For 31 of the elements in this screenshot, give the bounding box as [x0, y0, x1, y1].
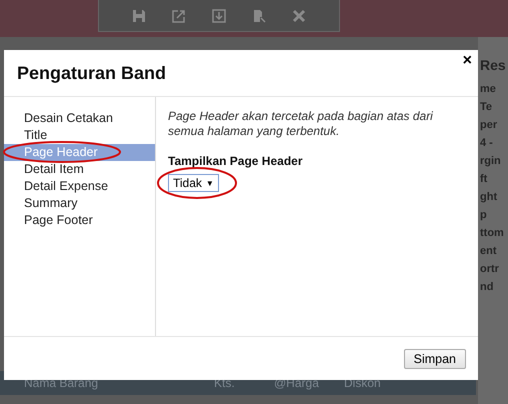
panel-text: Te — [480, 101, 494, 115]
panel-text: nd — [480, 281, 494, 295]
panel-text: ttom — [480, 227, 505, 241]
save-button[interactable]: Simpan — [404, 348, 466, 368]
nav-item[interactable]: Desain Cetakan — [4, 110, 155, 127]
panel-text: me — [480, 83, 497, 97]
close-icon[interactable] — [292, 8, 306, 22]
close-button[interactable]: × — [462, 52, 472, 70]
panel-text: per — [480, 119, 498, 133]
select-field[interactable]: Tidak ▼ — [168, 174, 219, 192]
document-icon[interactable] — [252, 8, 266, 22]
column-header: Nama Barang — [24, 376, 100, 390]
save-icon[interactable] — [132, 8, 146, 22]
nav-item[interactable]: Summary — [4, 195, 155, 212]
nav-item[interactable]: Detail Expense — [4, 178, 155, 195]
panel-text: rgin — [480, 155, 502, 169]
field-label: Tampilkan Page Header — [168, 154, 302, 168]
panel-text: ght — [480, 191, 498, 205]
panel-text: ortr — [480, 263, 500, 277]
panel-text: 4 - — [480, 137, 494, 151]
panel-text: Res — [480, 57, 507, 75]
description: Page Header akan tercetak pada bagian atas dari semua halaman yang terbentuk. — [168, 109, 434, 139]
nav-item[interactable]: Detail Item — [4, 161, 155, 178]
panel-text: p — [480, 209, 488, 223]
panel-text: ft — [480, 173, 488, 187]
panel-text: ent — [480, 245, 498, 259]
nav-item[interactable]: Title — [4, 127, 155, 144]
nav-item[interactable]: Page Footer — [4, 212, 155, 229]
export-icon[interactable] — [172, 8, 186, 22]
download-icon[interactable] — [212, 8, 226, 22]
dialog-title: Pengaturan Band — [17, 62, 166, 84]
